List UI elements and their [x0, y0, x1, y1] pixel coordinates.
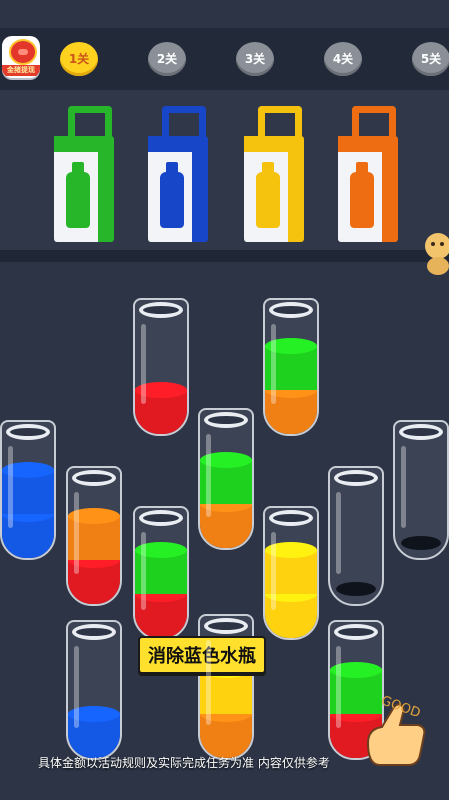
pig-icon	[9, 39, 37, 65]
target-bag-blue	[148, 106, 212, 246]
tube-rim	[72, 470, 116, 486]
tube-rim	[204, 618, 248, 634]
bottle-icon	[256, 162, 280, 228]
tube-rim	[269, 302, 313, 318]
glass-shine	[336, 492, 341, 574]
logo-caption: 金猪提现	[2, 65, 40, 76]
tube-h[interactable]	[133, 506, 189, 640]
glass-shine	[206, 640, 211, 726]
tube-a[interactable]	[133, 298, 189, 436]
tube-rim	[399, 424, 443, 440]
target-bag-yellow	[244, 106, 308, 246]
tube-d[interactable]	[198, 408, 254, 550]
gold-pig-withdraw-button[interactable]: 金猪提现	[2, 36, 40, 78]
level-label: 2关	[156, 52, 178, 66]
mascot-icon	[425, 233, 449, 275]
glass-shine	[141, 324, 146, 405]
disclaimer-text: 具体金额以活动规则及实际完成任务为准 内容仅供参考	[38, 756, 330, 770]
level-3-button[interactable]: 3关	[236, 42, 274, 76]
glass-shine	[336, 646, 341, 728]
level-label: 5关	[420, 52, 442, 66]
glass-shine	[271, 324, 276, 405]
tube-rim	[334, 470, 378, 486]
hint-caption: 消除蓝色水瓶	[138, 636, 266, 674]
bottle-icon	[66, 162, 90, 228]
tube-c[interactable]	[0, 420, 56, 560]
glass-shine	[8, 446, 13, 528]
glass-shine	[401, 446, 406, 528]
tube-rim	[269, 510, 313, 526]
tube-b[interactable]	[263, 298, 319, 436]
tube-j[interactable]	[66, 620, 122, 760]
level-label: 3关	[244, 52, 266, 66]
bottle-icon	[160, 162, 184, 228]
glass-shine	[271, 532, 276, 610]
level-5-button[interactable]: 5关	[412, 42, 449, 76]
glass-shine	[74, 492, 79, 574]
glass-shine	[206, 434, 211, 517]
tube-e[interactable]	[393, 420, 449, 560]
target-bag-orange	[338, 106, 402, 246]
tube-f[interactable]	[328, 466, 384, 606]
glass-shine	[141, 532, 146, 610]
tube-rim	[139, 510, 183, 526]
level-4-button[interactable]: 4关	[324, 42, 362, 76]
tube-rim	[6, 424, 50, 440]
tube-rim	[139, 302, 183, 318]
tube-rim	[72, 624, 116, 640]
level-label: 4关	[332, 52, 354, 66]
tube-g[interactable]	[66, 466, 122, 606]
level-2-button[interactable]: 2关	[148, 42, 186, 76]
tube-rim	[334, 624, 378, 640]
glass-shine	[74, 646, 79, 728]
shelf-edge	[0, 250, 449, 262]
level-label: 1关	[68, 52, 90, 66]
target-bag-green	[54, 106, 118, 246]
bottle-icon	[350, 162, 374, 228]
level-1-button[interactable]: 1关	[60, 42, 98, 76]
tube-i[interactable]	[263, 506, 319, 640]
tube-rim	[204, 412, 248, 428]
